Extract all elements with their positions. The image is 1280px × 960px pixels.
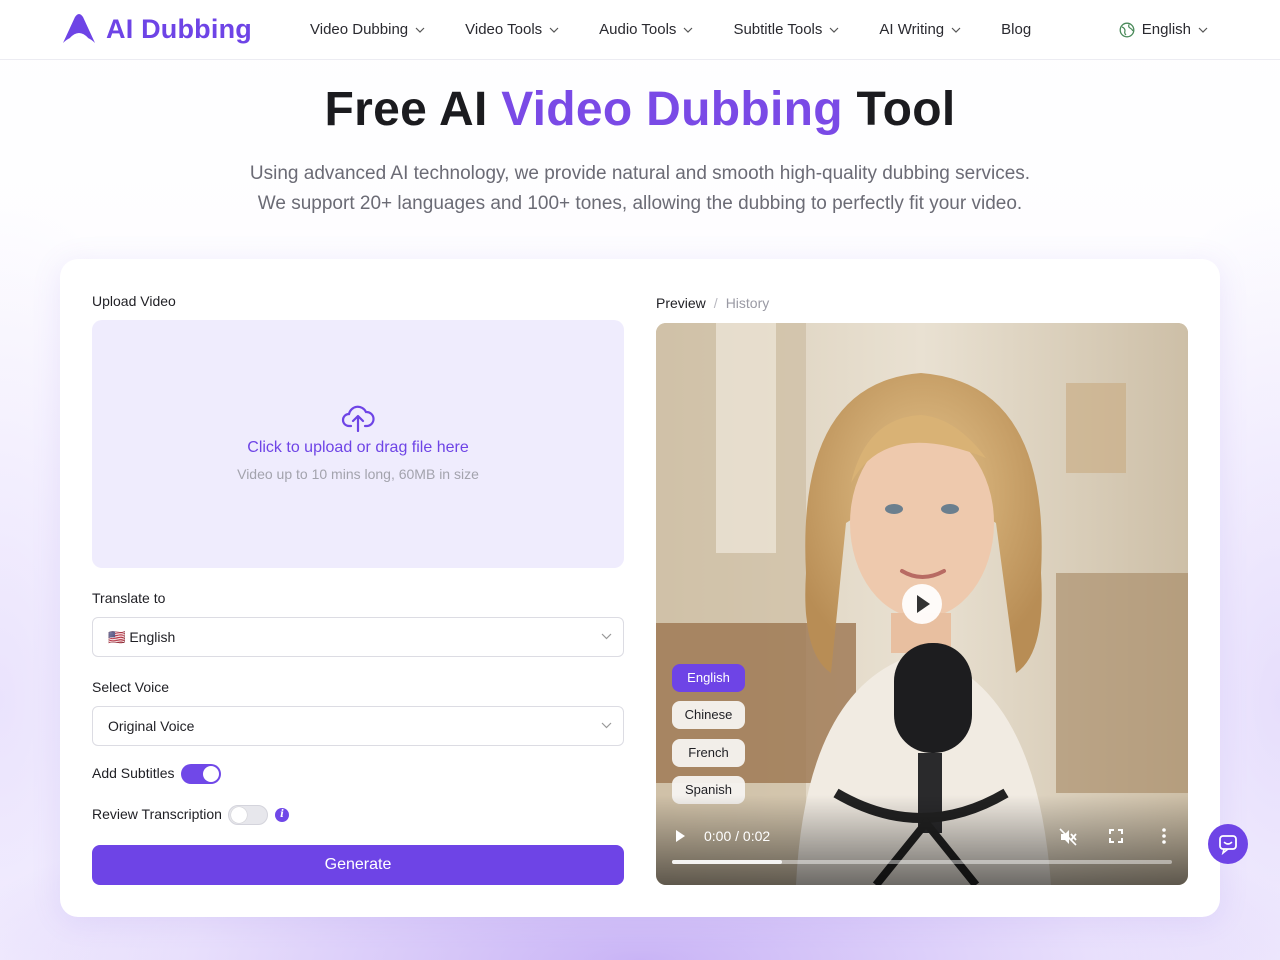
nav-video-dubbing[interactable]: Video Dubbing (310, 21, 425, 38)
logo-text: AI Dubbing (106, 13, 252, 44)
nav-label: Video Dubbing (310, 21, 409, 38)
play-icon (917, 595, 930, 613)
globe-icon (1119, 22, 1135, 37)
translate-value: 🇺🇸 English (108, 629, 176, 645)
cloud-upload-icon (341, 405, 375, 432)
progress-bar[interactable] (672, 860, 1172, 864)
translate-select[interactable]: 🇺🇸 English (92, 617, 624, 657)
lang-chip-chinese[interactable]: Chinese (672, 701, 745, 729)
upload-dropzone[interactable]: Click to upload or drag file here Video … (92, 320, 624, 568)
chevron-down-icon (1198, 27, 1208, 33)
mute-icon[interactable] (1058, 827, 1078, 847)
logo-icon (63, 14, 95, 43)
tab-preview[interactable]: Preview (656, 295, 706, 311)
chevron-down-icon (549, 27, 559, 33)
nav-blog[interactable]: Blog (1001, 21, 1031, 38)
chevron-down-icon (601, 722, 612, 729)
nav-label: Blog (1001, 21, 1032, 38)
info-icon[interactable]: i (275, 808, 289, 822)
lang-chip-french[interactable]: French (672, 739, 745, 767)
nav-subtitle-tools[interactable]: Subtitle Tools (733, 21, 839, 38)
tab-history[interactable]: History (726, 295, 770, 311)
review-label: Review Transcription (92, 806, 222, 822)
video-player[interactable]: English Chinese French Spanish 0:00 / 0:… (656, 323, 1188, 885)
title-suffix: Tool (856, 83, 956, 136)
review-toggle[interactable] (228, 805, 268, 825)
voice-value: Original Voice (108, 718, 195, 734)
chevron-down-icon (951, 27, 961, 33)
chevron-down-icon (684, 27, 693, 33)
language-selector[interactable]: English (1119, 0, 1208, 59)
upload-text: Click to upload or drag file here (247, 439, 469, 456)
title-prefix: Free AI (324, 83, 488, 136)
voice-label: Select Voice (92, 679, 170, 695)
chevron-down-icon (601, 633, 612, 640)
voice-select[interactable]: Original Voice (92, 706, 624, 746)
nav-label: Video Tools (465, 21, 543, 38)
nav-video-tools[interactable]: Video Tools (465, 21, 559, 38)
translate-label: Translate to (92, 590, 166, 606)
toggle-knob (203, 766, 219, 782)
subtitle-line-2: We support 20+ languages and 100+ tones,… (257, 193, 1023, 214)
page-subtitle: Using advanced AI technology, we provide… (0, 159, 1280, 219)
subtitle-line-1: Using advanced AI technology, we provide… (249, 163, 1031, 184)
play-icon[interactable] (676, 830, 685, 842)
top-navbar: AI Dubbing Video Dubbing Video Tools Aud… (0, 0, 1280, 60)
language-label: English (1141, 21, 1191, 38)
chat-icon (1219, 835, 1237, 856)
upload-hint: Video up to 10 mins long, 60MB in size (237, 466, 479, 482)
upload-label: Upload Video (92, 293, 176, 309)
chat-support-button[interactable] (1208, 824, 1248, 864)
lang-chip-english[interactable]: English (672, 664, 745, 692)
play-overlay-button[interactable] (902, 584, 942, 624)
more-options-icon[interactable] (1159, 827, 1169, 845)
buffered-progress (672, 860, 782, 864)
nav-label: AI Writing (879, 21, 945, 38)
fullscreen-icon[interactable] (1107, 827, 1125, 845)
title-accent: Video Dubbing (501, 83, 843, 136)
toggle-knob (231, 807, 247, 823)
nav-ai-writing[interactable]: AI Writing (879, 21, 961, 38)
subtitles-toggle[interactable] (181, 764, 221, 784)
nav-audio-tools[interactable]: Audio Tools (599, 21, 693, 38)
nav-label: Audio Tools (599, 21, 677, 38)
logo[interactable]: AI Dubbing (60, 12, 252, 46)
dubbing-tool-card: Upload Video Click to upload or drag fil… (60, 259, 1220, 917)
main-nav: Video Dubbing Video Tools Audio Tools Su… (310, 0, 1031, 59)
nav-label: Subtitle Tools (733, 21, 823, 38)
tab-separator: / (713, 295, 718, 311)
page-title: Free AI Video Dubbing Tool (0, 82, 1280, 137)
time-display: 0:00 / 0:02 (704, 828, 771, 844)
chevron-down-icon (415, 27, 425, 33)
generate-button[interactable]: Generate (92, 845, 624, 885)
subtitles-label: Add Subtitles (92, 765, 175, 781)
preview-tabs: Preview / History (656, 295, 769, 311)
chevron-down-icon (829, 27, 839, 33)
